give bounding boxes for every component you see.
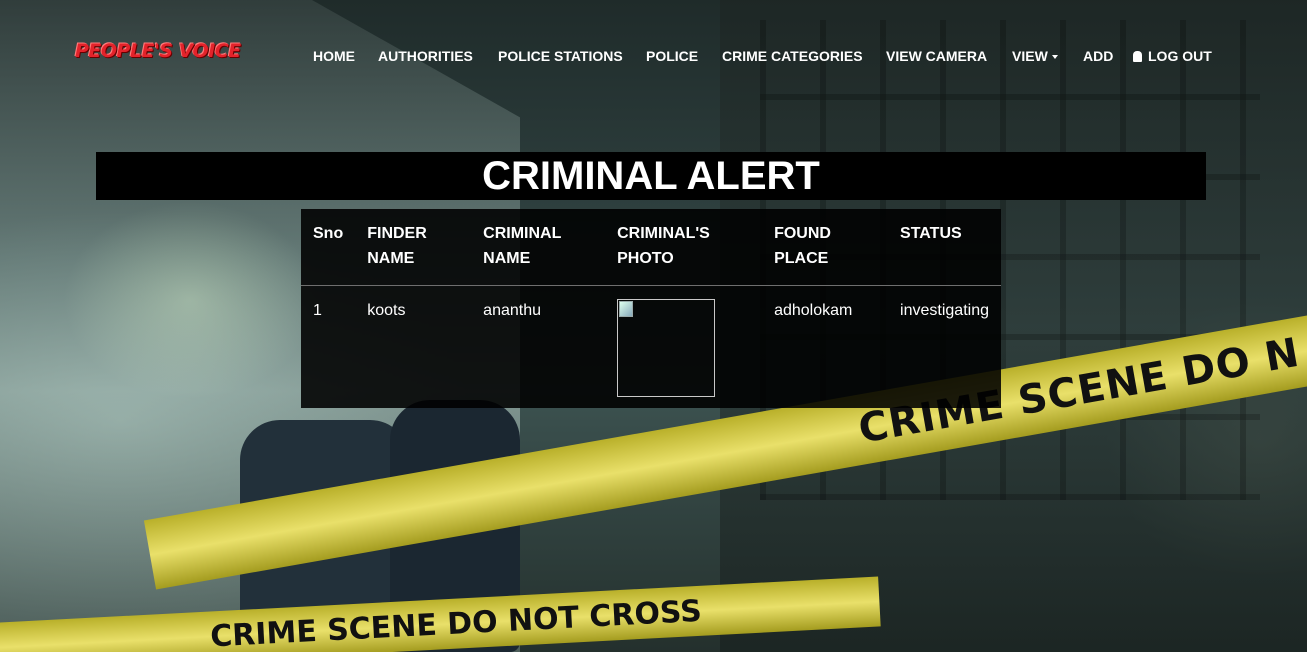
header-criminal-name: CRIMINAL NAME: [471, 209, 606, 286]
nav-view-label: VIEW: [1012, 48, 1048, 64]
nav-logout[interactable]: LOG OUT: [1133, 48, 1212, 64]
nav-crime-categories[interactable]: CRIME CATEGORIES: [722, 48, 863, 64]
cell-sno: 1: [313, 302, 322, 319]
brand-logo[interactable]: PEOPLE'S VOICE: [75, 40, 241, 62]
caret-down-icon: [1051, 55, 1058, 60]
header-finder-name: FINDER NAME: [355, 209, 472, 286]
table-row: 1 koots ananthu adholokam investigating: [301, 286, 1001, 410]
header-criminal-photo: CRIMINAL'S PHOTO: [605, 209, 763, 286]
page-title: CRIMINAL ALERT: [482, 154, 820, 198]
nav-police-stations[interactable]: POLICE STATIONS: [498, 48, 623, 64]
page: CRIME SCENE DO N CRIME SCENE DO NOT CROS…: [0, 0, 1307, 652]
criminal-alert-table-container: Sno FINDER NAME CRIMINAL NAME CRIMINAL'S…: [301, 209, 1001, 408]
table-header-row: Sno FINDER NAME CRIMINAL NAME CRIMINAL'S…: [301, 209, 1001, 286]
nav-home[interactable]: HOME: [313, 48, 355, 64]
cell-criminal-name: ananthu: [483, 302, 542, 319]
cell-found-place: adholokam: [774, 302, 853, 319]
cell-status: investigating: [900, 302, 989, 319]
nav-authorities[interactable]: AUTHORITIES: [378, 48, 473, 64]
criminal-photo[interactable]: [617, 299, 716, 397]
nav-police[interactable]: POLICE: [646, 48, 698, 64]
cell-criminal-photo: [605, 286, 762, 410]
nav-view-dropdown[interactable]: VIEW: [1012, 48, 1058, 64]
user-icon: [1133, 51, 1142, 62]
nav-logout-label: LOG OUT: [1148, 48, 1212, 64]
nav-add[interactable]: ADD: [1083, 48, 1113, 64]
navbar: PEOPLE'S VOICE HOME AUTHORITIES POLICE S…: [0, 0, 1307, 110]
header-sno: Sno: [301, 209, 356, 286]
cell-finder-name: koots: [367, 302, 406, 319]
nav-view-camera[interactable]: VIEW CAMERA: [886, 48, 987, 64]
header-found-place: FOUND PLACE: [762, 209, 889, 286]
broken-image-icon: [619, 301, 634, 317]
criminal-alert-table: Sno FINDER NAME CRIMINAL NAME CRIMINAL'S…: [301, 209, 1001, 409]
header-status: STATUS: [888, 209, 1001, 286]
